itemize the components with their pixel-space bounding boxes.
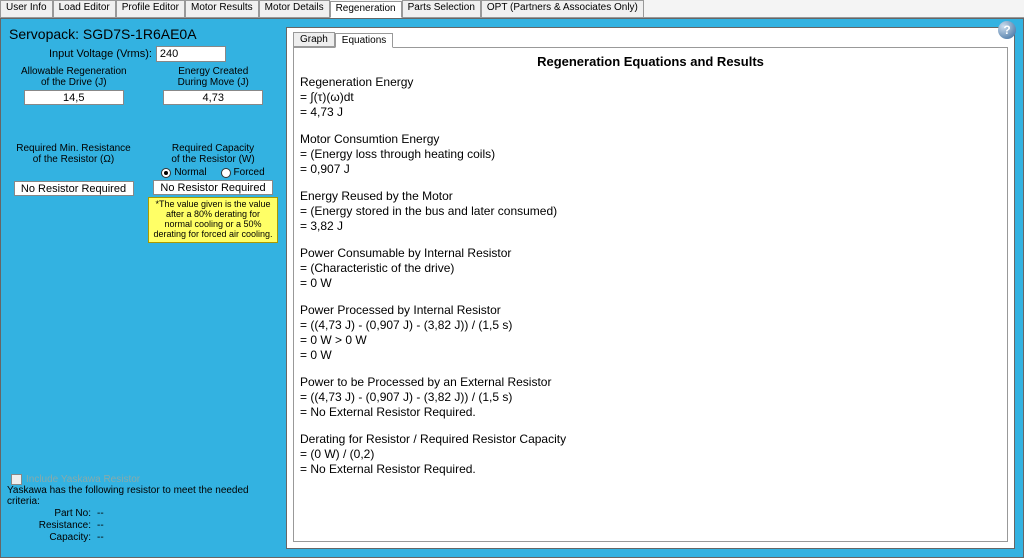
equation-line: = (Energy stored in the bus and later co… (300, 204, 1001, 219)
equation-line: = No External Resistor Required. (300, 405, 1001, 420)
equations-title: Regeneration Equations and Results (300, 54, 1001, 69)
tab-user-info[interactable]: User Info (0, 0, 53, 17)
main-panel: ? Servopack: SGD7S-1R6AE0A Input Voltage… (0, 18, 1024, 558)
equation-line: = 0,907 J (300, 162, 1001, 177)
help-icon[interactable]: ? (998, 21, 1016, 39)
energy-created-label: Energy CreatedDuring Move (J) (149, 66, 279, 88)
req-cap-value: No Resistor Required (153, 180, 273, 195)
radio-forced[interactable] (221, 168, 231, 178)
tab-load-editor[interactable]: Load Editor (53, 0, 116, 17)
radio-normal[interactable] (161, 168, 171, 178)
equation-line: = 0 W > 0 W (300, 333, 1001, 348)
equation-block: Derating for Resistor / Required Resisto… (300, 432, 1001, 477)
subtab-graph[interactable]: Graph (293, 32, 335, 47)
criteria-partno-value: -- (97, 508, 104, 519)
equations-pane: Regeneration Equations and Results Regen… (293, 47, 1008, 542)
include-yaskawa-checkbox[interactable] (11, 474, 22, 485)
equation-heading: Power Consumable by Internal Resistor (300, 246, 1001, 261)
equation-line: = (Characteristic of the drive) (300, 261, 1001, 276)
right-panel: GraphEquations Regeneration Equations an… (286, 27, 1015, 549)
tab-motor-details[interactable]: Motor Details (259, 0, 330, 17)
equation-line: = ∫(τ)(ω)dt (300, 90, 1001, 105)
allow-regen-label: Allowable Regenerationof the Drive (J) (9, 66, 139, 88)
criteria-cap-value: -- (97, 532, 104, 543)
tab-motor-results[interactable]: Motor Results (185, 0, 259, 17)
equation-line: = 0 W (300, 348, 1001, 363)
equation-block: Energy Reused by the Motor = (Energy sto… (300, 189, 1001, 234)
tab-parts-selection[interactable]: Parts Selection (402, 0, 481, 17)
input-voltage-row: Input Voltage (Vrms): (49, 46, 278, 62)
equation-block: Motor Consumtion Energy = (Energy loss t… (300, 132, 1001, 177)
equation-line: = ((4,73 J) - (0,907 J) - (3,82 J)) / (1… (300, 318, 1001, 333)
subtab-strip: GraphEquations (293, 32, 1014, 47)
derating-note: *The value given is the value after a 80… (148, 197, 278, 243)
equation-line: = 4,73 J (300, 105, 1001, 120)
radio-normal-label: Normal (174, 167, 206, 178)
tab-profile-editor[interactable]: Profile Editor (116, 0, 185, 17)
main-tabstrip: User InfoLoad EditorProfile EditorMotor … (0, 0, 1024, 18)
equation-line: = 3,82 J (300, 219, 1001, 234)
left-panel: ? Servopack: SGD7S-1R6AE0A Input Voltage… (1, 19, 286, 557)
criteria-res-label: Resistance: (7, 520, 97, 531)
equation-block: Power Processed by Internal Resistor = (… (300, 303, 1001, 363)
criteria-header: Yaskawa has the following resistor to me… (7, 485, 280, 507)
equation-line: = (0 W) / (0,2) (300, 447, 1001, 462)
equation-heading: Power Processed by Internal Resistor (300, 303, 1001, 318)
tab-opt-partners-associates-only-[interactable]: OPT (Partners & Associates Only) (481, 0, 644, 17)
input-voltage-input[interactable] (156, 46, 226, 62)
equation-line: = 0 W (300, 276, 1001, 291)
include-yaskawa-label: Include Yaskawa Resistor (26, 474, 140, 485)
criteria-res-value: -- (97, 520, 104, 531)
energy-created-value: 4,73 (163, 90, 263, 105)
req-min-res-value: No Resistor Required (14, 181, 134, 196)
equation-block: Power Consumable by Internal Resistor = … (300, 246, 1001, 291)
subtab-equations[interactable]: Equations (335, 33, 393, 48)
equation-heading: Motor Consumtion Energy (300, 132, 1001, 147)
allow-regen-value: 14,5 (24, 90, 124, 105)
equation-heading: Regeneration Energy (300, 75, 1001, 90)
equation-block: Regeneration Energy = ∫(τ)(ω)dt = 4,73 J (300, 75, 1001, 120)
req-min-res-label: Required Min. Resistanceof the Resistor … (9, 143, 138, 165)
criteria-block: Yaskawa has the following resistor to me… (7, 485, 280, 543)
equation-line: = No External Resistor Required. (300, 462, 1001, 477)
criteria-partno-label: Part No: (7, 508, 97, 519)
req-cap-label: Required Capacityof the Resistor (W) (148, 143, 278, 165)
criteria-cap-label: Capacity: (7, 532, 97, 543)
equation-heading: Derating for Resistor / Required Resisto… (300, 432, 1001, 447)
input-voltage-label: Input Voltage (Vrms): (49, 48, 152, 60)
equation-heading: Power to be Processed by an External Res… (300, 375, 1001, 390)
equation-line: = (Energy loss through heating coils) (300, 147, 1001, 162)
radio-forced-label: Forced (234, 167, 265, 178)
equation-block: Power to be Processed by an External Res… (300, 375, 1001, 420)
equation-line: = ((4,73 J) - (0,907 J) - (3,82 J)) / (1… (300, 390, 1001, 405)
servopack-label: Servopack: SGD7S-1R6AE0A (9, 26, 278, 42)
tab-regeneration[interactable]: Regeneration (330, 1, 402, 18)
equation-heading: Energy Reused by the Motor (300, 189, 1001, 204)
